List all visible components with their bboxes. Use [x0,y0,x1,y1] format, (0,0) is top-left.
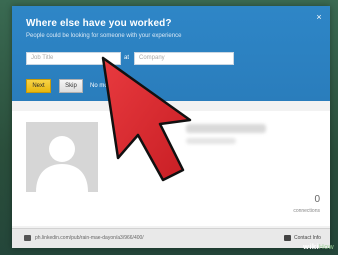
company-input[interactable]: Company [134,52,234,65]
experience-prompt-banner: × Where else have you worked? People cou… [12,6,330,101]
avatar [26,122,98,192]
profile-card: 0 connections [12,111,330,226]
job-title-input[interactable]: Job Title [26,52,121,65]
dialog-subtitle: People could be looking for someone with… [26,33,182,39]
contact-card-icon [284,235,291,241]
close-icon[interactable]: × [314,12,324,22]
next-button[interactable]: Next [26,79,51,93]
connections-label: connections [293,208,320,214]
profile-name-blurred [186,124,266,133]
linkedin-window: × Where else have you worked? People cou… [12,6,330,248]
dialog-title: Where else have you worked? [26,18,172,29]
public-profile-url[interactable]: ph.linkedin.com/pub/rain-mae-dayon/a3/96… [35,235,144,241]
profile-headline-blurred [186,138,236,144]
at-label: at [124,55,130,61]
wikihow-watermark: wikiHow [302,243,334,251]
contact-info-link[interactable]: Contact Info [294,235,321,241]
link-icon [24,235,31,241]
connections-count: 0 [314,194,320,205]
avatar-silhouette-icon [26,122,98,192]
no-more-link[interactable]: No mo [90,83,108,89]
skip-button[interactable]: Skip [59,79,83,93]
profile-url-bar: ph.linkedin.com/pub/rain-mae-dayon/a3/96… [12,228,330,248]
